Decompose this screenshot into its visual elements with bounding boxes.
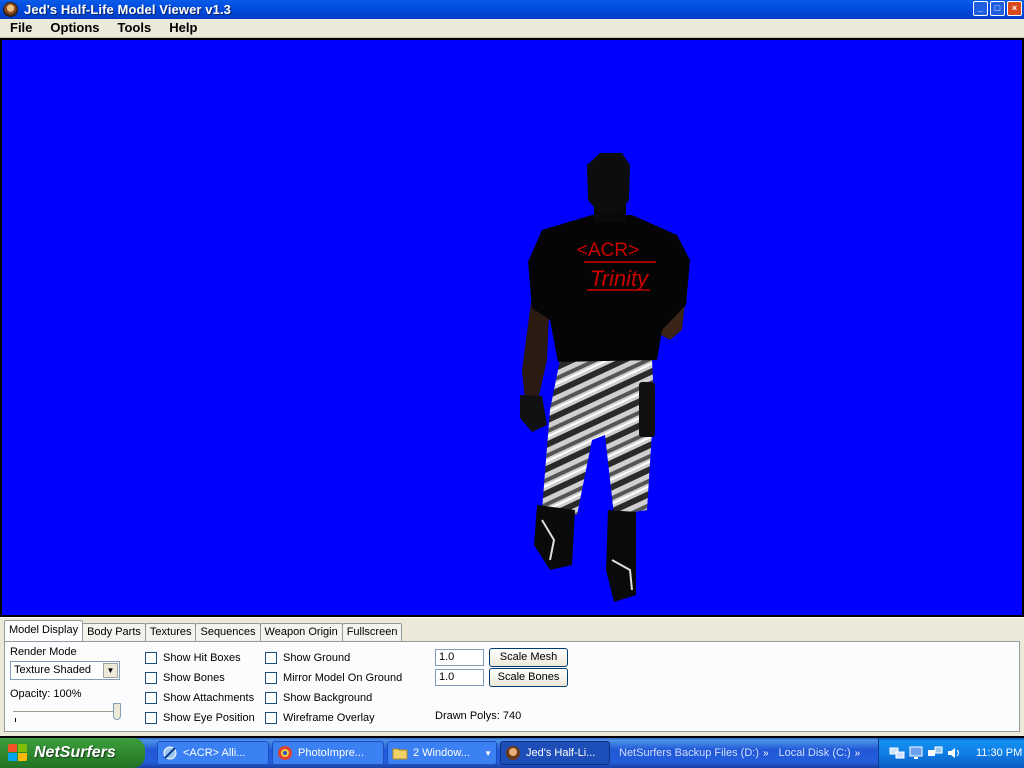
monitor-icon[interactable] bbox=[908, 746, 924, 760]
tab-body-parts[interactable]: Body Parts bbox=[82, 623, 146, 641]
scale-bones-button[interactable]: Scale Bones bbox=[489, 668, 568, 687]
opacity-slider-thumb[interactable] bbox=[113, 703, 121, 720]
show-ground-checkbox[interactable]: Show Ground bbox=[265, 652, 350, 664]
show-bones-label: Show Bones bbox=[163, 672, 225, 684]
start-label: NetSurfers bbox=[34, 744, 116, 761]
start-button[interactable]: NetSurfers bbox=[0, 738, 145, 768]
mirror-model-checkbox[interactable]: Mirror Model On Ground bbox=[265, 672, 402, 684]
model-viewport[interactable]: <ACR> Trinity bbox=[2, 40, 1022, 615]
task-windows-group-label: 2 Window... bbox=[413, 747, 470, 759]
control-panel: Model Display Body Parts Textures Sequen… bbox=[0, 617, 1024, 736]
close-button[interactable]: × bbox=[1007, 1, 1022, 16]
show-hit-boxes-label: Show Hit Boxes bbox=[163, 652, 241, 664]
menu-file[interactable]: File bbox=[0, 19, 41, 38]
task-photoimpact[interactable]: PhotoImpre... bbox=[272, 741, 384, 765]
system-tray: 11:30 PM bbox=[878, 738, 1024, 768]
menu-tools[interactable]: Tools bbox=[109, 19, 161, 38]
clock[interactable]: 11:30 PM bbox=[976, 747, 1022, 759]
toolbar-link-local-disk[interactable]: Local Disk (C:) bbox=[779, 747, 851, 759]
browser-icon bbox=[163, 746, 177, 760]
tab-weapon-origin[interactable]: Weapon Origin bbox=[259, 623, 343, 641]
render-mode-select[interactable]: Texture Shaded ▼ bbox=[10, 661, 120, 680]
show-bones-checkbox[interactable]: Show Bones bbox=[145, 672, 225, 684]
shirt-text-clan: <ACR> bbox=[577, 240, 639, 261]
show-background-checkbox[interactable]: Show Background bbox=[265, 692, 372, 704]
tab-sequences[interactable]: Sequences bbox=[195, 623, 261, 641]
network-icon[interactable] bbox=[889, 746, 905, 760]
window-controls: _ □ × bbox=[973, 1, 1022, 16]
wireframe-overlay-label: Wireframe Overlay bbox=[283, 712, 375, 724]
render-mode-label: Render Mode bbox=[10, 646, 77, 658]
show-attachments-checkbox[interactable]: Show Attachments bbox=[145, 692, 254, 704]
model-display-page: Render Mode Texture Shaded ▼ Opacity: 10… bbox=[4, 641, 1020, 732]
show-hit-boxes-checkbox[interactable]: Show Hit Boxes bbox=[145, 652, 241, 664]
computers-icon[interactable] bbox=[927, 746, 943, 760]
show-eye-position-label: Show Eye Position bbox=[163, 712, 255, 724]
taskbar: NetSurfers <ACR> Alli... PhotoImpre... 2… bbox=[0, 738, 1024, 768]
model-viewer-icon bbox=[506, 746, 520, 760]
opacity-label: Opacity: 100% bbox=[10, 688, 82, 700]
menu-options[interactable]: Options bbox=[41, 19, 108, 38]
scale-mesh-button[interactable]: Scale Mesh bbox=[489, 648, 568, 667]
slider-tick bbox=[15, 718, 16, 722]
panel-tabs: Model Display Body Parts Textures Sequen… bbox=[4, 620, 403, 641]
task-acr[interactable]: <ACR> Alli... bbox=[157, 741, 269, 765]
show-background-label: Show Background bbox=[283, 692, 373, 704]
menu-bar: File Options Tools Help bbox=[0, 19, 1024, 38]
chevron-right-icon[interactable]: » bbox=[763, 748, 769, 759]
show-attachments-label: Show Attachments bbox=[163, 692, 255, 704]
toolbar-link-backup[interactable]: NetSurfers Backup Files (D:) bbox=[619, 747, 759, 759]
shirt-text-name: Trinity bbox=[590, 266, 650, 291]
minimize-button[interactable]: _ bbox=[973, 1, 988, 16]
tab-model-display[interactable]: Model Display bbox=[4, 620, 84, 641]
window-title: Jed's Half-Life Model Viewer v1.3 bbox=[24, 2, 232, 17]
wireframe-overlay-checkbox[interactable]: Wireframe Overlay bbox=[265, 712, 375, 724]
chevron-right-icon[interactable]: » bbox=[855, 748, 861, 759]
task-model-viewer-label: Jed's Half-Li... bbox=[526, 747, 596, 759]
drawn-polys-label: Drawn Polys: 740 bbox=[435, 710, 522, 722]
task-photoimpact-label: PhotoImpre... bbox=[298, 747, 365, 759]
scale-mesh-input[interactable]: 1.0 bbox=[435, 649, 484, 666]
scale-bones-input[interactable]: 1.0 bbox=[435, 669, 484, 686]
folder-icon bbox=[392, 748, 408, 760]
tab-textures[interactable]: Textures bbox=[144, 623, 197, 641]
photoimpact-icon bbox=[278, 746, 292, 760]
menu-help[interactable]: Help bbox=[160, 19, 206, 38]
opacity-slider-track[interactable] bbox=[13, 711, 118, 714]
task-model-viewer[interactable]: Jed's Half-Li... bbox=[500, 741, 610, 765]
mirror-model-label: Mirror Model On Ground bbox=[283, 672, 403, 684]
task-acr-label: <ACR> Alli... bbox=[183, 747, 246, 759]
title-bar: Jed's Half-Life Model Viewer v1.3 _ □ × bbox=[0, 0, 1024, 19]
volume-icon[interactable] bbox=[946, 746, 962, 760]
chevron-down-icon: ▼ bbox=[484, 748, 492, 758]
task-windows-group[interactable]: 2 Window... ▼ bbox=[387, 741, 497, 765]
maximize-button[interactable]: □ bbox=[990, 1, 1005, 16]
render-mode-value: Texture Shaded bbox=[14, 664, 92, 676]
app-icon[interactable] bbox=[3, 2, 18, 17]
windows-logo-icon bbox=[8, 744, 28, 762]
chevron-down-icon[interactable]: ▼ bbox=[103, 663, 118, 678]
show-ground-label: Show Ground bbox=[283, 652, 351, 664]
player-model: <ACR> Trinity bbox=[520, 153, 690, 602]
tab-fullscreen[interactable]: Fullscreen bbox=[341, 623, 403, 641]
show-eye-position-checkbox[interactable]: Show Eye Position bbox=[145, 712, 255, 724]
